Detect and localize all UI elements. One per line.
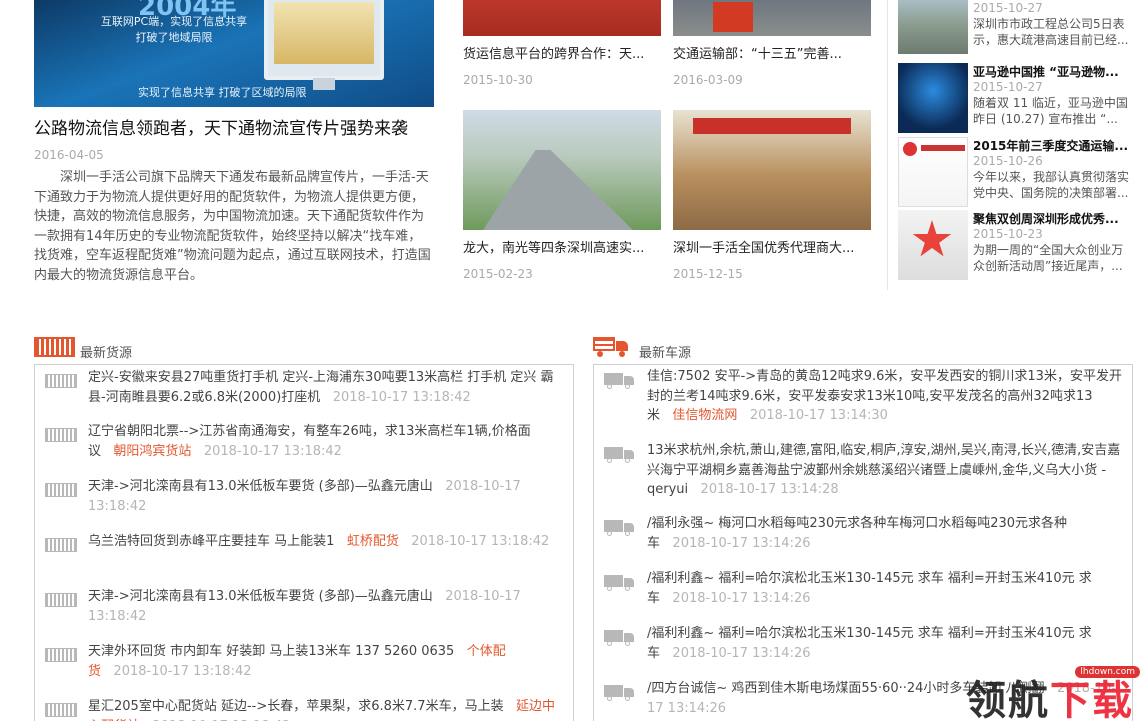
truck-icon — [604, 630, 634, 646]
truck-icon — [593, 337, 629, 357]
truck-icon — [604, 373, 634, 389]
goods-panel-title: 最新货源 — [80, 346, 133, 361]
side-news-title[interactable]: 2015年前三季度交通运输... — [973, 137, 1131, 154]
side-news-thumbnail[interactable] — [898, 137, 968, 207]
side-news-date: 2015-10-27 — [973, 80, 1043, 94]
timestamp: 2018-10-17 13:14:26 — [672, 535, 811, 551]
side-news-desc: 深圳市市政工程总公司5日表示，惠大疏港高速目前已经... — [973, 17, 1129, 47]
featured-image-caption: 实现了信息共享 打破了区域的局限 — [138, 86, 307, 99]
side-news-date: 2015-10-26 — [973, 154, 1043, 168]
monitor-illustration — [264, 0, 384, 90]
featured-image-slogan: 互联网PC端，实现了信息共享 打破了地域局限 — [100, 15, 248, 44]
watermark-url: lhdown.com — [1075, 666, 1140, 678]
grid-news-item[interactable]: 龙大，南光等四条深圳高速实... 2015-02-23 — [463, 110, 661, 281]
site-watermark-logo: 领航下载 lhdown.com — [960, 662, 1144, 721]
list-item-content[interactable]: 乌兰浩特回货到赤峰平庄要挂车 马上能装1 — [88, 534, 334, 549]
divider — [887, 0, 888, 290]
list-item-text[interactable]: 天津外环回货 市内卸车 好装卸 马上装13米车 137 5260 0635 个体… — [88, 642, 563, 681]
side-news-item[interactable]: 2015-10-27 深圳市市政工程总公司5日表示，惠大疏港高速目前已经... — [898, 0, 1134, 56]
list-item-text[interactable]: 星汇205室中心配货站 延边-->长春，苹果梨，求6.8米7.7米车，马上装 延… — [88, 697, 563, 721]
list-item-content[interactable]: 星汇205室中心配货站 延边-->长春，苹果梨，求6.8米7.7米车，马上装 — [88, 699, 504, 714]
news-thumbnail[interactable] — [673, 110, 871, 230]
side-news-thumbnail[interactable] — [898, 210, 968, 280]
list-item-text[interactable]: 天津->河北滦南县有13.0米低板车要货 (多部)—弘鑫元唐山 2018-10-… — [88, 477, 563, 516]
list-item-text[interactable]: 佳信:7502 安平->青岛的黄岛12吨求9.6米，安平发西安的铜川求13米，安… — [647, 367, 1122, 426]
news-date: 2015-12-15 — [673, 267, 743, 281]
side-news-thumbnail[interactable] — [898, 63, 968, 133]
side-news-desc: 今年以来，我部认真贯彻落实党中央、国务院的决策部署... — [973, 170, 1130, 200]
list-item-content[interactable]: 天津->河北滦南县有13.0米低板车要货 (多部)—弘鑫元唐山 — [88, 479, 433, 494]
list-item-text[interactable]: 13米求杭州,余杭,萧山,建德,富阳,临安,桐庐,淳安,湖州,吴兴,南浔,长兴,… — [647, 441, 1122, 500]
container-icon — [34, 337, 75, 357]
news-date: 2016-03-09 — [673, 73, 743, 87]
featured-title[interactable]: 公路物流信息领跑者，天下通物流宣传片强势来袭 — [34, 114, 434, 139]
side-news-date: 2015-10-27 — [973, 1, 1043, 15]
timestamp: 2018-10-17 13:18:42 — [203, 443, 342, 459]
list-item-text[interactable]: /福利永强~ 梅河口水稻每吨230元求各种车梅河口水稻每吨230元求各种车 20… — [647, 514, 1122, 553]
news-thumbnail[interactable] — [463, 0, 661, 36]
truck-icon — [604, 520, 634, 536]
side-news-title[interactable]: 亚马逊中国推 “亚马逊物... — [973, 63, 1131, 80]
side-news-item[interactable]: 2015年前三季度交通运输... 2015-10-26 今年以来，我部认真贯彻落… — [898, 137, 1134, 209]
list-item-content[interactable]: 天津外环回货 市内卸车 好装卸 马上装13米车 137 5260 0635 — [88, 644, 454, 659]
goods-panel: 定兴-安徽来安县27吨重货打手机 定兴-上海浦东30吨要13米高栏 打手机 定兴… — [34, 364, 574, 721]
featured-date: 2016-04-05 — [34, 148, 104, 162]
news-thumbnail[interactable] — [673, 0, 871, 36]
box-icon — [45, 703, 77, 717]
list-item-text[interactable]: /福利利鑫~ 福利=哈尔滨松北玉米130-145元 求车 福利=开封玉米410元… — [647, 569, 1122, 608]
timestamp: 2018-10-17 13:14:28 — [700, 482, 839, 497]
list-item-text[interactable]: 乌兰浩特回货到赤峰平庄要挂车 马上能装1 虹桥配货 2018-10-17 13:… — [88, 532, 563, 552]
timestamp: 2018-10-17 13:18:42 — [411, 534, 550, 549]
grid-news-item[interactable]: 货运信息平台的跨界合作：天... 2015-10-30 — [463, 0, 661, 87]
box-icon — [45, 538, 77, 552]
list-item-text[interactable]: 天津->河北滦南县有13.0米低板车要货 (多部)—弘鑫元唐山 2018-10-… — [88, 587, 563, 626]
truck-icon — [604, 685, 634, 701]
side-news-date: 2015-10-23 — [973, 227, 1043, 241]
featured-image[interactable]: 2004年 互联网PC端，实现了信息共享 打破了地域局限 实现了信息共享 打破了… — [34, 0, 434, 107]
source-tag[interactable]: 虹桥配货 — [347, 534, 399, 549]
box-icon — [45, 593, 77, 607]
timestamp: 2018-10-17 13:18:42 — [113, 663, 252, 679]
vehicle-panel-title: 最新车源 — [639, 346, 692, 361]
side-news-item[interactable]: 聚焦双创周深圳形成优秀... 2015-10-23 为期一周的“全国大众创业万众… — [898, 210, 1134, 282]
side-news-desc: 随着双 11 临近，亚马逊中国昨日 (10.27) 宣布推出 “... — [973, 96, 1128, 126]
list-item-content[interactable]: 天津->河北滦南县有13.0米低板车要货 (多部)—弘鑫元唐山 — [88, 589, 433, 604]
side-news-thumbnail[interactable] — [898, 0, 968, 54]
grid-news-item[interactable]: 交通运输部：“十三五”完善... 2016-03-09 — [673, 0, 871, 87]
news-title[interactable]: 深圳一手活全国优秀代理商大... — [673, 237, 871, 256]
news-title[interactable]: 龙大，南光等四条深圳高速实... — [463, 237, 661, 256]
news-thumbnail[interactable] — [463, 110, 661, 230]
box-icon — [45, 374, 77, 388]
grid-news-item[interactable]: 深圳一手活全国优秀代理商大... 2015-12-15 — [673, 110, 871, 281]
truck-icon — [604, 575, 634, 591]
list-item-text[interactable]: 辽宁省朝阳北票-->江苏省南通海安，有整车26吨，求13米高栏车1辆,价格面议 … — [88, 422, 563, 461]
box-icon — [45, 428, 77, 442]
featured-description: 深圳一手活公司旗下品牌天下通发布最新品牌宣传片，一手活-天下通致力于为物流人提供… — [34, 170, 431, 283]
side-news-item[interactable]: 亚马逊中国推 “亚马逊物... 2015-10-27 随着双 11 临近，亚马逊… — [898, 63, 1134, 135]
side-news-desc: 为期一周的“全国大众创业万众创新活动周”接近尾声，... — [973, 243, 1124, 273]
list-item-text[interactable]: 定兴-安徽来安县27吨重货打手机 定兴-上海浦东30吨要13米高栏 打手机 定兴… — [88, 368, 563, 407]
news-title[interactable]: 货运信息平台的跨界合作：天... — [463, 43, 661, 62]
source-tag[interactable]: 朝阳鸿宾货站 — [113, 444, 191, 459]
timestamp: 2018-10-17 13:18:42 — [332, 389, 471, 405]
news-date: 2015-10-30 — [463, 73, 533, 87]
box-icon — [45, 648, 77, 662]
source-tag[interactable]: 佳信物流网 — [672, 408, 737, 423]
truck-icon — [604, 447, 634, 463]
timestamp: 2018-10-17 13:14:30 — [749, 408, 888, 423]
list-item-text[interactable]: /福利利鑫~ 福利=哈尔滨松北玉米130-145元 求车 福利=开封玉米410元… — [647, 624, 1122, 663]
news-title[interactable]: 交通运输部：“十三五”完善... — [673, 43, 871, 62]
timestamp: 2018-10-17 13:14:26 — [672, 590, 811, 606]
news-date: 2015-02-23 — [463, 267, 533, 281]
timestamp: 2018-10-17 13:14:26 — [672, 645, 811, 661]
list-item-content[interactable]: 定兴-安徽来安县27吨重货打手机 定兴-上海浦东30吨要13米高栏 打手机 定兴… — [88, 370, 554, 405]
side-news-title[interactable]: 聚焦双创周深圳形成优秀... — [973, 210, 1131, 227]
box-icon — [45, 483, 77, 497]
